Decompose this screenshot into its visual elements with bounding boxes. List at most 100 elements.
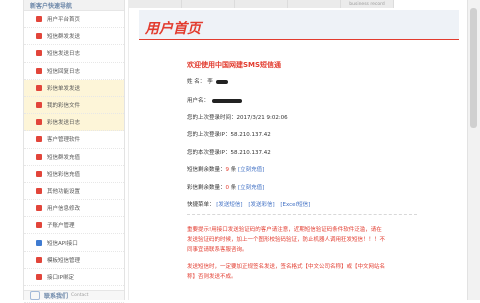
last-login-ip: 58.210.137.42 <box>230 132 271 138</box>
sidebar-item[interactable]: 短信群发发送 <box>24 28 124 46</box>
page-banner: 用户首页 <box>139 10 459 40</box>
red-bullet-icon <box>36 33 42 40</box>
scrollbar[interactable] <box>467 0 480 300</box>
send-sms-link[interactable]: [发送短信] <box>216 202 242 208</box>
current-ip-row: 您的本次登录IP：58.210.137.42 <box>187 148 271 156</box>
sidebar-item[interactable]: 彩信发送日志 <box>24 114 124 132</box>
mms-recharge-link[interactable]: [立刻充值] <box>238 185 264 191</box>
sidebar-item[interactable]: 模板短信管理 <box>24 252 124 269</box>
sidebar-item-label: 接口IP绑定 <box>47 274 74 281</box>
red-bullet-icon <box>36 119 42 126</box>
sidebar-item-label: 短信发送日志 <box>47 51 81 58</box>
main-panel: business record 用户首页 欢迎使用中国网建SMS短信通 姓 名：… <box>128 0 459 300</box>
red-bullet-icon <box>36 205 42 212</box>
sidebar-item-label: 短信回复日志 <box>47 68 81 75</box>
red-bullet-icon <box>36 50 42 57</box>
quick-menu-row: 快捷菜单： [发送短信] [发送彩信] [Excel短信] <box>187 200 310 208</box>
last-login-ip-row: 您的上次登录IP：58.210.137.42 <box>187 130 271 138</box>
tab-business-record[interactable]: business record <box>341 0 394 8</box>
last-login-time: 2017/3/21 9:02:06 <box>236 115 288 121</box>
name-row: 姓 名：李 <box>187 77 228 85</box>
section-divider <box>187 214 417 215</box>
sidebar-item[interactable]: 用户平台首页 <box>24 11 124 29</box>
sidebar-item[interactable]: 子账户管理 <box>24 217 124 235</box>
sidebar-item-label: 短信群发发送 <box>47 34 81 41</box>
sms-balance-row: 短信剩余数量：9 条 [立刻充值] <box>187 165 264 173</box>
current-ip: 58.210.137.42 <box>230 150 271 156</box>
last-login-time-label: 您的上次登录时间： <box>187 115 237 121</box>
sidebar-item-label: 用户信息修改 <box>47 206 81 213</box>
footer-subtitle: Contact <box>71 293 89 298</box>
sidebar-item-label: 客户管理软件 <box>47 137 81 144</box>
sidebar-item[interactable]: 用户信息修改 <box>24 200 124 218</box>
sidebar-item[interactable]: 短信彩信充值 <box>24 166 124 183</box>
red-bullet-icon <box>36 153 42 160</box>
username-label: 用户名： <box>187 98 210 104</box>
notice-verification: 重要提示!用接口发送验证码的客户请注意，近期短信验证码条件软件泛滥，请在发送验证… <box>187 227 386 253</box>
mms-balance-unit: 条 <box>230 185 237 191</box>
mms-balance-label: 彩信剩余数量： <box>187 185 226 191</box>
red-bullet-icon <box>36 256 42 263</box>
sidebar-item-label: 短信群发充值 <box>47 154 81 161</box>
sidebar-item-label: 彩信单发发送 <box>47 85 81 92</box>
notice-signature: 发送短信时，一定要加正规签名发送，签名格式【中文公司名称】或【中文网站名称】否则… <box>187 264 386 280</box>
top-tabs: business record <box>129 0 459 8</box>
page-title: 用户首页 <box>145 21 201 37</box>
tab-4[interactable] <box>288 0 341 8</box>
tab-2[interactable] <box>182 0 235 8</box>
current-ip-label: 您的本次登录IP： <box>187 150 231 156</box>
mms-balance-row: 彩信剩余数量：0 条 [立刻充值] <box>187 183 264 191</box>
sidebar-item[interactable]: 短信API接口 <box>24 234 124 252</box>
redacted-username <box>212 98 243 103</box>
sidebar-item-label: 短信API接口 <box>47 240 78 247</box>
excel-sms-link[interactable]: [Excel短信] <box>280 202 310 208</box>
sidebar-item-label: 我的彩信文件 <box>47 103 81 110</box>
mms-balance-value: 0 <box>225 185 230 191</box>
sidebar-item[interactable]: 短信发送日志 <box>24 45 124 63</box>
sidebar-item-label: 子账户管理 <box>47 223 75 230</box>
sidebar-item-label: 其他功能设置 <box>47 188 81 195</box>
sidebar-footer: 联系我们 Contact <box>24 290 124 300</box>
sidebar-item[interactable]: 我的彩信文件 <box>24 96 124 115</box>
last-login-ip-label: 您的上次登录IP： <box>187 132 231 138</box>
username-row: 用户名： <box>187 96 243 104</box>
welcome-heading: 欢迎使用中国网建SMS短信通 <box>187 61 282 69</box>
red-bullet-icon <box>36 102 42 109</box>
redacted-name <box>215 79 228 84</box>
sidebar-header-title: 新客户快速导航 <box>30 2 73 10</box>
red-bullet-icon <box>36 170 42 177</box>
red-bullet-icon <box>36 84 42 91</box>
blue-bullet-icon <box>36 239 42 246</box>
sidebar-item-label: 彩信发送日志 <box>47 120 81 127</box>
red-bullet-icon <box>36 16 42 23</box>
banner-divider <box>139 39 459 40</box>
sidebar-item[interactable]: 短信群发充值 <box>24 149 124 166</box>
sidebar-item[interactable]: 客户管理软件 <box>24 131 124 149</box>
sidebar-item[interactable]: 接口IP绑定 <box>24 269 124 286</box>
footer-title: 联系我们 <box>44 293 69 300</box>
last-login-time-row: 您的上次登录时间：2017/3/21 9:02:06 <box>187 113 288 121</box>
name-value: 李 <box>207 79 213 85</box>
sidebar-item[interactable]: 彩信单发发送 <box>24 79 124 97</box>
sms-recharge-link[interactable]: [立刻充值] <box>238 167 264 173</box>
sidebar-item-label: 短信彩信充值 <box>47 171 81 178</box>
sms-balance-value: 9 <box>225 167 230 173</box>
sidebar-item[interactable]: 短信回复日志 <box>24 63 124 80</box>
tab-1[interactable] <box>129 0 182 8</box>
sms-balance-label: 短信剩余数量： <box>187 167 226 173</box>
red-bullet-icon <box>36 273 42 280</box>
red-bullet-icon <box>36 187 42 194</box>
sidebar-item[interactable]: 其他功能设置 <box>24 183 124 201</box>
tab-3[interactable] <box>235 0 288 8</box>
send-mms-link[interactable]: [发送彩信] <box>248 202 274 208</box>
sidebar-menu: 用户平台首页短信群发发送 短信发送日志 短信回复日志 彩信单发发送 我的彩信文件 彩信发送… <box>24 11 124 303</box>
quick-menu-label: 快捷菜单： <box>187 202 215 208</box>
red-bullet-icon <box>36 222 42 229</box>
red-bullet-icon <box>36 136 42 143</box>
contact-icon <box>30 291 40 300</box>
red-bullet-icon <box>36 67 42 74</box>
sidebar-item-label: 模板短信管理 <box>47 257 81 264</box>
sms-balance-unit: 条 <box>230 167 237 173</box>
sidebar-header: 新客户快速导航 <box>24 0 124 11</box>
scrollbar-thumb[interactable] <box>470 8 477 128</box>
